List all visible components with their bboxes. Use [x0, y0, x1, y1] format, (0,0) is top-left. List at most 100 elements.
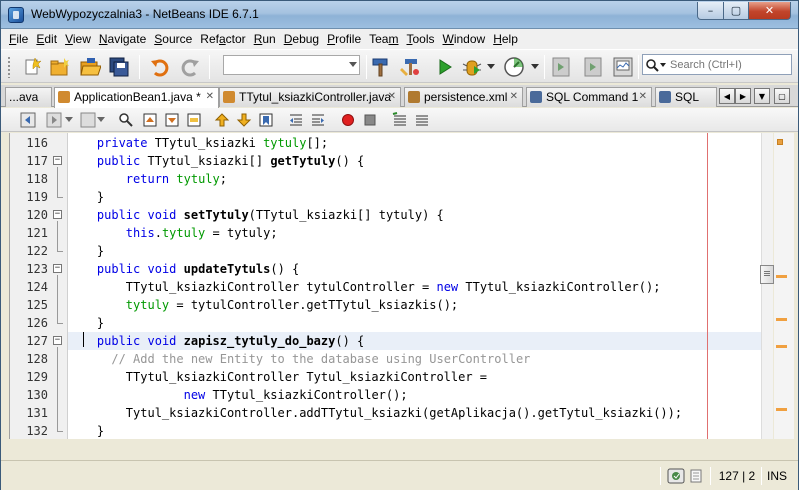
code-line[interactable]: public TTytul_ksiazki[] getTytuly() {: [68, 152, 762, 170]
code-line[interactable]: private TTytul_ksiazki tytuly[];: [68, 134, 762, 152]
search-icon[interactable]: [645, 57, 669, 72]
tab-sql-command-1[interactable]: SQL Command 1 ✕: [526, 87, 652, 107]
code-line[interactable]: TTytul_ksiazkiController tytulController…: [68, 278, 762, 296]
menu-item[interactable]: Profile: [323, 32, 365, 46]
menu-item[interactable]: Debug: [280, 32, 323, 46]
error-stripe-mark[interactable]: [776, 318, 787, 321]
profile-project-icon[interactable]: [503, 56, 525, 78]
previous-bookmark-icon[interactable]: [213, 111, 231, 129]
code-line[interactable]: // Add the new Entity to the database us…: [68, 350, 762, 368]
comment-icon[interactable]: [391, 111, 409, 129]
tab-scroll-right-button[interactable]: ▶: [735, 88, 751, 104]
code-line[interactable]: public void updateTytuls() {: [68, 260, 762, 278]
back-icon[interactable]: [19, 111, 37, 129]
menu-item[interactable]: Source: [150, 32, 196, 46]
error-stripe-mark[interactable]: [776, 345, 787, 348]
find-next-icon[interactable]: [163, 111, 181, 129]
code-line[interactable]: }: [68, 314, 762, 332]
tab-ttytul-ksiazki-controller[interactable]: TTytul_ksiazkiController.java ✕: [219, 87, 401, 107]
tab-list-button[interactable]: ▼: [754, 88, 770, 104]
fold-collapse-icon[interactable]: −: [53, 156, 62, 165]
close-icon[interactable]: ✕: [510, 91, 518, 102]
close-button[interactable]: ✕: [748, 2, 791, 20]
menu-item[interactable]: Tools: [402, 32, 438, 46]
quick-search-box[interactable]: [642, 54, 792, 75]
debug-project-icon[interactable]: [461, 56, 483, 78]
tab-scroll-left-button[interactable]: ◀: [719, 88, 735, 104]
menu-item[interactable]: View: [61, 32, 95, 46]
tab-hidden-java[interactable]: ...ava: [5, 87, 52, 107]
forward-icon[interactable]: [45, 111, 63, 129]
last-edit-icon[interactable]: [79, 111, 97, 129]
close-icon[interactable]: ✕: [639, 91, 647, 102]
minimize-button[interactable]: –: [697, 2, 724, 20]
configuration-select[interactable]: [223, 55, 360, 75]
menu-item[interactable]: Run: [250, 32, 280, 46]
menu-item[interactable]: File: [5, 32, 32, 46]
scrollbar-thumb[interactable]: [760, 265, 774, 284]
code-line[interactable]: }: [68, 188, 762, 206]
menu-item[interactable]: Navigate: [95, 32, 150, 46]
clean-build-icon[interactable]: [400, 56, 422, 78]
shift-line-right-icon[interactable]: [309, 111, 327, 129]
code-line[interactable]: tytuly = tytulController.getTTytul_ksiaz…: [68, 296, 762, 314]
notifications-icon[interactable]: [667, 466, 687, 486]
profile-dropdown-icon[interactable]: [529, 56, 541, 78]
take-snapshot-icon[interactable]: [612, 56, 634, 78]
code-line[interactable]: return tytuly;: [68, 170, 762, 188]
code-line[interactable]: }: [68, 242, 762, 260]
code-area[interactable]: private TTytul_ksiazki tytuly[]; public …: [68, 133, 762, 439]
menu-item[interactable]: Team: [365, 32, 402, 46]
chevron-down-icon[interactable]: [97, 111, 105, 129]
menu-item[interactable]: Refactor: [196, 32, 249, 46]
find-selection-icon[interactable]: [117, 111, 135, 129]
tab-applicationbean1[interactable]: ApplicationBean1.java * ✕: [54, 87, 219, 108]
error-stripe-mark[interactable]: [776, 275, 787, 278]
code-line[interactable]: public void setTytuly(TTytul_ksiazki[] t…: [68, 206, 762, 224]
new-file-icon[interactable]: [21, 56, 43, 78]
search-input[interactable]: [670, 56, 788, 73]
next-bookmark-icon[interactable]: [235, 111, 253, 129]
tab-restore-button[interactable]: ▢: [774, 88, 790, 104]
code-editor[interactable]: 116 117−118 119 120−121 122 123−124 125 126 127−…: [9, 133, 762, 439]
apply-code-changes-icon[interactable]: [550, 56, 572, 78]
vertical-scrollbar[interactable]: [761, 133, 773, 439]
code-line[interactable]: Tytul_ksiazkiController.addTTytul_ksiazk…: [68, 404, 762, 422]
maximize-button[interactable]: ▢: [723, 2, 749, 20]
code-line[interactable]: this.tytuly = tytuly;: [68, 224, 762, 242]
menu-item[interactable]: Edit: [32, 32, 61, 46]
save-all-icon[interactable]: [109, 56, 131, 78]
build-hammer-icon[interactable]: [370, 56, 392, 78]
menu-item[interactable]: Window: [439, 32, 490, 46]
new-project-icon[interactable]: [49, 56, 71, 78]
error-stripe-status-icon[interactable]: [777, 139, 783, 145]
code-line[interactable]: TTytul_ksiazkiController Tytul_ksiazkiCo…: [68, 368, 762, 386]
toggle-highlight-search-icon[interactable]: [185, 111, 203, 129]
toolbar-grip[interactable]: [7, 56, 11, 78]
fold-collapse-icon[interactable]: −: [53, 264, 62, 273]
close-icon[interactable]: ✕: [206, 91, 214, 102]
open-project-icon[interactable]: [79, 56, 101, 78]
error-stripe-mark[interactable]: [776, 408, 787, 411]
code-line[interactable]: }: [68, 422, 762, 439]
fold-collapse-icon[interactable]: −: [53, 210, 62, 219]
stop-macro-recording-icon[interactable]: [361, 111, 379, 129]
code-line[interactable]: new TTytul_ksiazkiController();: [68, 386, 762, 404]
menu-item[interactable]: Help: [489, 32, 522, 46]
debug-dropdown-icon[interactable]: [485, 56, 497, 78]
start-macro-recording-icon[interactable]: [339, 111, 357, 129]
fold-collapse-icon[interactable]: −: [53, 336, 62, 345]
chevron-down-icon[interactable]: [65, 111, 73, 129]
task-progress-icon[interactable]: [690, 466, 706, 486]
uncomment-icon[interactable]: [413, 111, 431, 129]
toggle-bookmark-icon[interactable]: [257, 111, 275, 129]
redo-icon[interactable]: [179, 56, 201, 78]
shift-line-left-icon[interactable]: [287, 111, 305, 129]
close-icon[interactable]: ✕: [388, 91, 396, 102]
code-line[interactable]: public void zapisz_tytuly_do_bazy() {: [68, 332, 762, 350]
run-file-icon[interactable]: [582, 56, 604, 78]
tab-persistence-xml[interactable]: persistence.xml ✕: [404, 87, 523, 107]
undo-icon[interactable]: [149, 56, 171, 78]
tab-sql[interactable]: SQL: [655, 87, 717, 107]
run-project-icon[interactable]: [434, 56, 456, 78]
